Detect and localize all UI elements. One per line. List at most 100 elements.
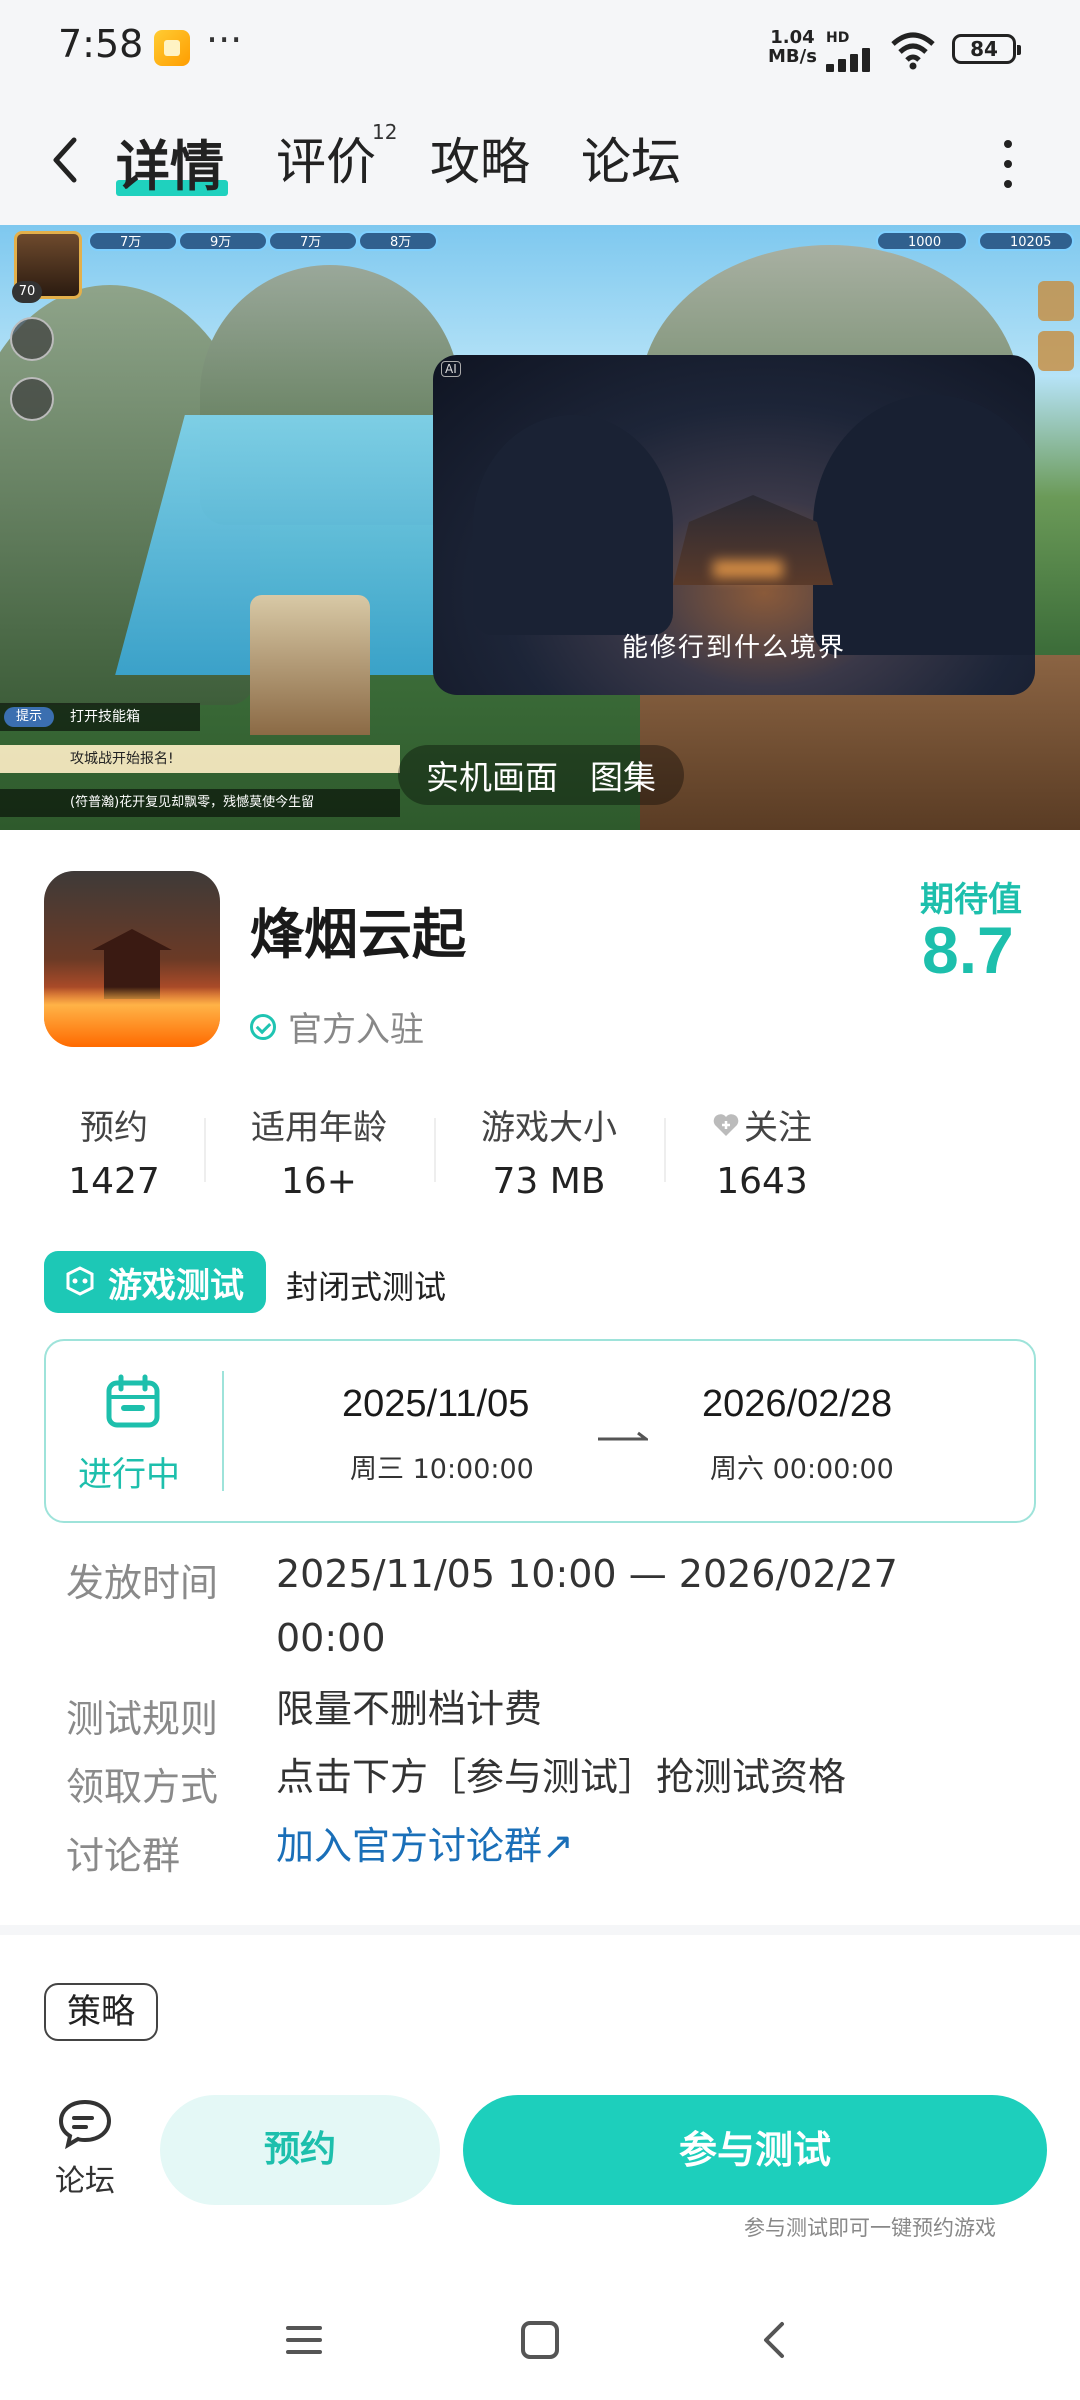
official-label: 官方入驻 <box>288 1010 424 1050</box>
network-type-label: HD <box>826 30 850 46</box>
chat-bubble-icon <box>58 2099 112 2150</box>
fire-graphic <box>44 987 220 1047</box>
divider <box>434 1118 436 1182</box>
stat-value: 73 MB <box>492 1161 606 1195</box>
divider <box>204 1118 206 1182</box>
start-date: 2025/11/05 <box>342 1383 530 1425</box>
top-nav: 详情 评价 12 攻略 论坛 <box>0 100 1080 225</box>
test-schedule-card: 进行中 2025/11/05 周三 10:00:00 2026/02/28 周六… <box>44 1339 1036 1523</box>
player-level: 70 <box>12 281 42 303</box>
info-label: 讨论群 <box>66 1834 181 1878</box>
heart-plus-icon <box>713 1113 739 1136</box>
back-arrow-icon[interactable] <box>44 130 94 190</box>
system-nav-bar <box>0 2280 1080 2400</box>
resource-bar: 8万 <box>358 231 438 251</box>
stat-reservations: 预约 1427 <box>14 1100 214 1195</box>
menu-icon[interactable] <box>274 2310 334 2370</box>
info-label: 发放时间 <box>66 1561 219 1605</box>
stat-game-size: 游戏大小 73 MB <box>449 1100 649 1195</box>
hint-tag: 提示 <box>4 707 54 727</box>
test-type: 封闭式测试 <box>286 1268 447 1306</box>
gold-bar: 1000 <box>876 231 968 251</box>
stat-age-rating: 适用年龄 16+ <box>219 1100 419 1195</box>
tab-forum[interactable]: 论坛 <box>581 122 681 194</box>
media-tab-gameplay[interactable]: 实机画面 <box>410 751 574 799</box>
game-test-badge: 游戏测试 <box>44 1251 266 1313</box>
tab-guides-label: 攻略 <box>430 133 530 191</box>
tab-forum-label: 论坛 <box>581 133 681 191</box>
official-verified: 官方入驻 <box>250 1002 424 1051</box>
divider <box>222 1371 224 1491</box>
stat-value: 16+ <box>281 1161 357 1195</box>
stat-value: 1427 <box>68 1161 160 1195</box>
tab-guides[interactable]: 攻略 <box>430 122 530 194</box>
scenery-mountain <box>813 395 1035 655</box>
stat-label: 关注 <box>744 1108 812 1148</box>
signal-icon <box>826 46 880 72</box>
scenery-glow <box>713 560 783 578</box>
reviews-count-badge: 12 <box>372 120 398 144</box>
genre-tag[interactable]: 策略 <box>44 1983 158 2041</box>
info-value: 点击下方［参与测试］抢测试资格 <box>276 1755 847 1799</box>
info-value: 限量不删档计费 <box>276 1687 543 1731</box>
tab-reviews[interactable]: 评价 <box>276 122 376 194</box>
game-test-label: 游戏测试 <box>108 1265 244 1306</box>
media-tabs: 实机画面 图集 <box>398 745 684 805</box>
battery-icon: 84 <box>952 34 1021 64</box>
treasure-chest-icon <box>1038 281 1074 321</box>
network-speed: 1.04 MB/s <box>768 28 817 66</box>
section-divider <box>0 1925 1080 1935</box>
resource-bar: 7万 <box>268 231 358 251</box>
home-icon[interactable] <box>510 2310 570 2370</box>
notice-text: 攻城战开始报名! <box>70 751 174 767</box>
info-value: 2025/11/05 10:00 — 2026/02/27 00:00 <box>276 1552 898 1660</box>
tab-details-label: 详情 <box>116 135 224 198</box>
status-more-indicator: ··· <box>206 18 243 62</box>
sword-icon <box>10 317 54 361</box>
forum-label: 论坛 <box>55 2164 115 2199</box>
end-time: 周六 00:00:00 <box>710 1454 894 1485</box>
resource-bar: 7万 <box>88 231 178 251</box>
back-icon[interactable] <box>744 2310 804 2370</box>
castle-icon <box>1038 331 1074 371</box>
test-controller-icon <box>66 1266 94 1296</box>
stat-value: 1643 <box>716 1161 808 1195</box>
join-group-link[interactable]: 加入官方讨论群↗ <box>276 1815 976 1870</box>
video-caption: 能修行到什么境界 <box>621 633 846 663</box>
forum-button[interactable]: 论坛 <box>40 2098 130 2208</box>
media-tab-gallery[interactable]: 图集 <box>574 751 672 799</box>
silver-bar: 10205 <box>978 231 1074 251</box>
notification-app-icon <box>154 30 190 66</box>
join-test-hint: 参与测试即可一键预约游戏 <box>744 2216 996 2240</box>
tab-details[interactable]: 详情 <box>116 122 224 201</box>
arrow-right-icon <box>598 1431 648 1441</box>
stat-followers[interactable]: 关注 1643 <box>662 1100 862 1195</box>
expectation-score: 8.7 <box>922 913 1014 987</box>
info-label: 领取方式 <box>66 1765 219 1809</box>
more-options-icon[interactable] <box>1002 140 1014 190</box>
notice-row: 攻城战开始报名! <box>0 745 400 773</box>
scenery-tower <box>250 595 370 735</box>
stat-label: 适用年龄 <box>251 1108 387 1148</box>
scenery-mountain <box>473 415 673 635</box>
game-title: 烽烟云起 <box>250 903 466 966</box>
network-speed-value: 1.04 <box>770 27 815 48</box>
calendar-icon <box>106 1374 160 1428</box>
hammer-icon <box>10 377 54 421</box>
resource-bar: 9万 <box>178 231 268 251</box>
network-speed-unit: MB/s <box>768 46 817 67</box>
tab-reviews-label: 评价 <box>276 133 376 191</box>
reserve-button[interactable]: 预约 <box>160 2095 440 2205</box>
video-preview[interactable]: AI 能修行到什么境界 <box>433 355 1035 695</box>
game-app-icon <box>44 871 220 1047</box>
stat-label: 游戏大小 <box>481 1108 617 1148</box>
start-time: 周三 10:00:00 <box>350 1454 534 1485</box>
media-banner[interactable]: 70 7万 9万 7万 8万 1000 10205 提示 打开技能箱 攻城战开始… <box>0 225 1080 830</box>
end-date: 2026/02/28 <box>702 1383 893 1425</box>
hint-row: 提示 打开技能箱 <box>0 703 200 731</box>
chat-text: (符普瀚)花开复见却飘零，残憾莫使今生留 <box>70 795 315 810</box>
chat-row: (符普瀚)花开复见却飘零，残憾莫使今生留 <box>0 789 400 817</box>
hint-text: 打开技能箱 <box>70 709 140 725</box>
wifi-icon <box>891 32 935 70</box>
join-test-button[interactable]: 参与测试 <box>463 2095 1047 2205</box>
